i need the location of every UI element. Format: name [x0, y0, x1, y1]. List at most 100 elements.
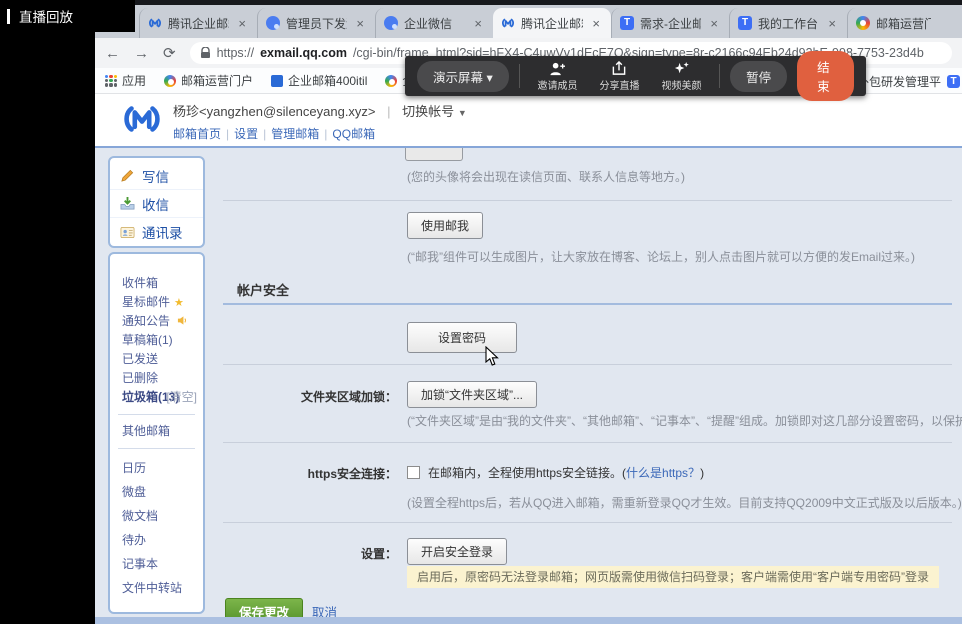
link-settings[interactable]: 设置: [234, 127, 258, 141]
sidebar-item-todo[interactable]: 待办: [110, 528, 203, 552]
paren: ): [700, 466, 704, 480]
link-qq-mail[interactable]: QQ邮箱: [332, 127, 375, 141]
account-address: 杨珍<yangzhen@silenceyang.xyz>: [173, 104, 376, 119]
tab-exmail-1[interactable]: 腾讯企业邮箱 ×: [139, 8, 257, 38]
video-beauty-button[interactable]: 视频美颜: [653, 61, 709, 92]
tab-close-icon[interactable]: ×: [471, 16, 485, 31]
link-mail-home[interactable]: 邮箱首页: [173, 127, 221, 141]
https-option: 在邮箱内，全程使用https安全链接。(什么是https？): [428, 464, 704, 481]
sidebar-item-weidocs[interactable]: 微文档: [110, 504, 203, 528]
sidebar-item-calendar[interactable]: 日历: [110, 456, 203, 480]
share-live-button[interactable]: 分享直播: [591, 61, 647, 92]
tab-mail-portal[interactable]: 邮箱运营门: [847, 8, 939, 38]
https-checkbox[interactable]: [407, 466, 420, 479]
folder-label: 通知公告: [122, 314, 170, 328]
tab-wecom-activation[interactable]: 管理员下发激活码 ×: [257, 8, 375, 38]
bookmark-apps[interactable]: 应用: [105, 72, 146, 89]
portal-icon: [856, 16, 870, 30]
tab-wecom[interactable]: 企业微信 ×: [375, 8, 493, 38]
divider: [223, 442, 952, 443]
forward-icon[interactable]: →: [134, 46, 149, 61]
reload-icon[interactable]: ⟳: [163, 46, 176, 61]
section-underline: [223, 303, 952, 305]
tab-exmail-active[interactable]: 腾讯企业邮箱 - 常 ×: [493, 8, 611, 38]
folder-inbox[interactable]: 收件箱: [110, 274, 203, 293]
sidebar-item-file-transfer[interactable]: 文件中转站: [110, 576, 203, 600]
tab-close-icon[interactable]: ×: [825, 16, 839, 31]
lock-folder-area-button[interactable]: 加锁“文件夹区域”...: [407, 381, 537, 408]
wecom-icon: [384, 16, 398, 30]
pause-button[interactable]: 暂停: [730, 61, 787, 92]
header-links: 邮箱首页|设置|管理邮箱|QQ邮箱: [173, 125, 467, 142]
divider: [223, 200, 952, 201]
present-label: 演示屏幕: [433, 71, 483, 85]
sidebar-item-compose[interactable]: 写信: [110, 162, 203, 190]
bookmark-400itil[interactable]: 企业邮箱400itil: [271, 72, 367, 89]
tab-title: 我的工作台 - TAP: [758, 15, 819, 32]
use-mailme-button[interactable]: 使用邮我: [407, 212, 483, 239]
tab-close-icon[interactable]: ×: [589, 16, 603, 31]
tab-close-icon[interactable]: ×: [353, 16, 367, 31]
folder-spam[interactable]: 垃圾箱(13)[清空]: [110, 388, 203, 407]
replay-bar-icon: [7, 9, 10, 24]
empty-spam-action[interactable]: [清空]: [166, 388, 197, 407]
folder-starred[interactable]: 星标邮件 ★: [110, 293, 203, 312]
tab-bar: 腾讯企业邮箱 × 管理员下发激活码 × 企业微信 × 腾讯企业邮箱 - 常 × …: [95, 5, 962, 38]
divider: [719, 64, 720, 88]
folder-announcements[interactable]: 通知公告: [110, 312, 203, 331]
tab-title: 腾讯企业邮箱: [168, 15, 229, 32]
what-is-https-link[interactable]: 什么是https？: [626, 466, 700, 480]
switch-account-link[interactable]: 切换帐号: [402, 104, 454, 119]
folder-label: 已删除: [122, 371, 158, 385]
set-password-button[interactable]: 设置密码: [407, 322, 517, 353]
separator: |: [226, 127, 229, 141]
invite-members-button[interactable]: 邀请成员: [529, 61, 585, 92]
invite-person-icon: [549, 61, 566, 76]
app-label: 微盘: [122, 485, 146, 499]
folder-drafts[interactable]: 草稿箱(1): [110, 331, 203, 350]
apps-grid-icon: [105, 75, 117, 87]
mouse-cursor: [485, 346, 499, 367]
tab-title: 企业微信: [404, 15, 465, 32]
chevron-down-icon: ▼: [458, 108, 467, 118]
back-icon[interactable]: ←: [105, 46, 120, 61]
present-screen-button[interactable]: 演示屏幕 ▾: [417, 61, 509, 92]
tab-close-icon[interactable]: ×: [707, 16, 721, 31]
folder-deleted[interactable]: 已删除: [110, 369, 203, 388]
divider: [223, 522, 952, 523]
link-manage-mail[interactable]: 管理邮箱: [271, 127, 319, 141]
invite-label: 邀请成员: [537, 77, 577, 92]
bookmark-outsourcing-platform[interactable]: 外包研发管理平 T: [857, 68, 960, 94]
sidebar-item-notes[interactable]: 记事本: [110, 552, 203, 576]
sidebar-item-receive[interactable]: 收信: [110, 190, 203, 218]
share-label: 分享直播: [599, 77, 639, 92]
page-bottom-strip: [95, 617, 962, 624]
beauty-label: 视频美颜: [661, 77, 701, 92]
exmail-square-icon: [271, 75, 283, 87]
partial-button[interactable]: [405, 148, 463, 161]
enable-secure-login-button[interactable]: 开启安全登录: [407, 538, 507, 565]
folder-lock-label: 文件夹区域加锁：: [217, 388, 397, 405]
tab-close-icon[interactable]: ×: [235, 16, 249, 31]
exmail-icon: [148, 16, 162, 30]
bookmark-label: 邮箱运营门户: [181, 72, 253, 89]
folder-label: 星标邮件: [122, 295, 170, 309]
app-label: 日历: [122, 461, 146, 475]
sidebar-item-weidrive[interactable]: 微盘: [110, 480, 203, 504]
speaker-icon: [177, 315, 188, 326]
tab-tapd-requirement[interactable]: T 需求-企业邮箱-TA ×: [611, 8, 729, 38]
settings-content: (您的头像将会出现在读信页面、联系人信息等地方。) 使用邮我 (“邮我”组件可以…: [217, 148, 962, 624]
star-icon: ★: [174, 297, 184, 309]
https-option-text: 在邮箱内，全程使用https安全链接。: [428, 466, 622, 480]
exmail-logo: [121, 103, 163, 135]
url-host: exmail.qq.com: [260, 46, 347, 60]
sidebar-item-contacts[interactable]: 通讯录: [110, 218, 203, 246]
url-scheme: https://: [217, 46, 255, 60]
account-line: 杨珍<yangzhen@silenceyang.xyz> | 切换帐号 ▼: [173, 101, 467, 120]
folder-label: 收件箱: [122, 276, 158, 290]
end-button[interactable]: 结束: [797, 51, 854, 101]
bookmark-mail-portal[interactable]: 邮箱运营门户: [164, 72, 253, 89]
tab-tapd-workbench[interactable]: T 我的工作台 - TAP ×: [729, 8, 847, 38]
folder-other-mail[interactable]: 其他邮箱: [110, 422, 203, 441]
folder-sent[interactable]: 已发送: [110, 350, 203, 369]
